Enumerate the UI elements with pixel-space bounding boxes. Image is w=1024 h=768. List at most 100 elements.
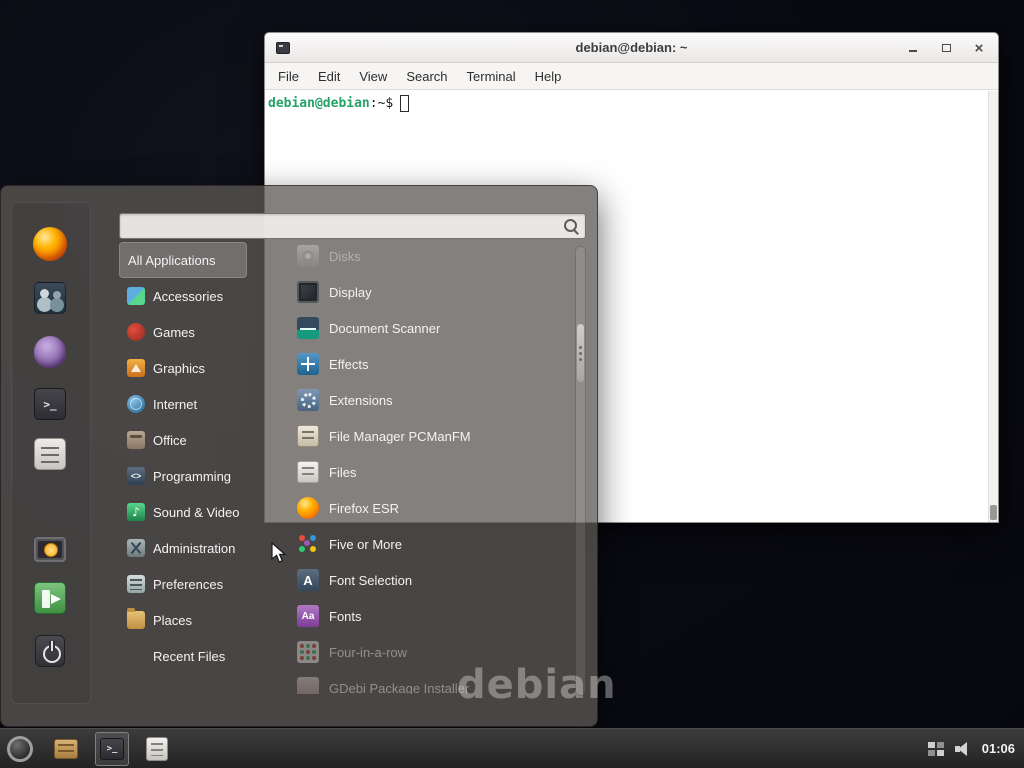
terminal-scrollbar (988, 91, 998, 522)
category-places[interactable]: Places (119, 602, 247, 638)
app-file-manager-pcmanfm[interactable]: File Manager PCManFM (291, 418, 573, 454)
menu-search-box (119, 213, 586, 239)
fonts-icon (297, 605, 319, 627)
menu-terminal[interactable]: Terminal (467, 69, 516, 84)
menu-help[interactable]: Help (535, 69, 562, 84)
app-label: Document Scanner (329, 321, 440, 336)
terminal-scrollbar-thumb[interactable] (990, 505, 997, 520)
taskbar-clock[interactable]: 01:06 (982, 741, 1015, 756)
app-label: Font Selection (329, 573, 412, 588)
menu-button[interactable] (2, 731, 38, 767)
favorite-firefox[interactable] (32, 226, 68, 262)
menu-scrollbar-thumb[interactable] (577, 324, 584, 382)
favorite-users-app[interactable] (32, 280, 68, 316)
menu-edit[interactable]: Edit (318, 69, 340, 84)
app-extensions[interactable]: Extensions (291, 382, 573, 418)
category-sound-video[interactable]: Sound & Video (119, 494, 247, 530)
favorite-purple-app[interactable] (32, 334, 68, 370)
network-icon[interactable] (928, 742, 944, 756)
logout-button[interactable] (32, 580, 68, 616)
category-recent-files[interactable]: Recent Files (119, 638, 247, 674)
terminal-titlebar[interactable]: debian@debian: ~ × (265, 33, 998, 63)
effects-icon (297, 353, 319, 375)
file-manager-launcher[interactable] (49, 732, 83, 766)
firefox-icon (297, 497, 319, 519)
logout-icon (34, 582, 66, 614)
app-label: Display (329, 285, 372, 300)
category-label: Accessories (153, 289, 223, 304)
menu-search[interactable]: Search (406, 69, 447, 84)
maximize-button[interactable] (937, 39, 955, 57)
app-font-selection[interactable]: Font Selection (291, 562, 573, 598)
app-effects[interactable]: Effects (291, 346, 573, 382)
category-office[interactable]: Office (119, 422, 247, 458)
close-button[interactable]: × (970, 39, 988, 57)
desktop: debian@debian: ~ × File Edit View Search… (0, 0, 1024, 768)
category-administration[interactable]: Administration (119, 530, 247, 566)
app-firefox-esr[interactable]: Firefox ESR (291, 490, 573, 526)
files-launcher[interactable] (140, 732, 174, 766)
software-list-icon (34, 438, 66, 470)
category-label: Recent Files (153, 649, 225, 664)
app-label: Four-in-a-row (329, 645, 407, 660)
terminal-window-button[interactable] (95, 732, 129, 766)
terminal-cursor (400, 95, 409, 112)
category-internet[interactable]: Internet (119, 386, 247, 422)
app-gdebi-package-installer[interactable]: GDebi Package Installer (291, 670, 573, 694)
internet-icon (127, 395, 145, 413)
display-icon (297, 281, 319, 303)
menu-logo-icon (7, 736, 33, 762)
shutdown-button[interactable] (32, 633, 68, 669)
category-label: Administration (153, 541, 235, 556)
category-label: Sound & Video (153, 505, 240, 520)
scanner-icon (297, 317, 319, 339)
volume-icon[interactable] (955, 742, 971, 756)
menu-file[interactable]: File (278, 69, 299, 84)
games-icon (127, 323, 145, 341)
app-fonts[interactable]: Fonts (291, 598, 573, 634)
category-list: All Applications Accessories Games Graph… (119, 242, 247, 674)
favorite-terminal[interactable] (32, 386, 68, 422)
minimize-button[interactable] (904, 39, 922, 57)
search-icon (563, 218, 579, 234)
menu-view[interactable]: View (359, 69, 387, 84)
shell-prompt: debian@debian:~$ (268, 95, 986, 112)
terminal-icon (276, 42, 290, 54)
minimize-icon (909, 50, 917, 52)
app-label: Effects (329, 357, 369, 372)
category-preferences[interactable]: Preferences (119, 566, 247, 602)
disks-icon (297, 245, 319, 267)
category-all-applications[interactable]: All Applications (119, 242, 247, 278)
office-icon (127, 431, 145, 449)
firefox-icon (33, 227, 67, 261)
accessories-icon (127, 287, 145, 305)
category-programming[interactable]: Programming (119, 458, 247, 494)
lock-screen-button[interactable] (32, 529, 68, 565)
app-five-or-more[interactable]: Five or More (291, 526, 573, 562)
app-four-in-a-row[interactable]: Four-in-a-row (291, 634, 573, 670)
category-accessories[interactable]: Accessories (119, 278, 247, 314)
category-games[interactable]: Games (119, 314, 247, 350)
font-selection-icon (297, 569, 319, 591)
app-label: Five or More (329, 537, 402, 552)
search-input[interactable] (120, 214, 563, 238)
category-label: Internet (153, 397, 197, 412)
menu-scrollbar (575, 246, 586, 696)
favorite-software[interactable] (32, 436, 68, 472)
sound-video-icon (127, 503, 145, 521)
administration-icon (127, 539, 145, 557)
app-display[interactable]: Display (291, 274, 573, 310)
app-disks[interactable]: Disks (291, 238, 573, 274)
file-drawer-icon (54, 739, 78, 759)
app-files[interactable]: Files (291, 454, 573, 490)
app-label: File Manager PCManFM (329, 429, 471, 444)
app-label: GDebi Package Installer (329, 681, 469, 695)
app-document-scanner[interactable]: Document Scanner (291, 310, 573, 346)
taskbar: 01:06 (0, 728, 1024, 768)
pcmanfm-icon (297, 425, 319, 447)
category-graphics[interactable]: Graphics (119, 350, 247, 386)
app-label: Extensions (329, 393, 393, 408)
status-tray: 01:06 (928, 741, 1024, 756)
programming-icon (127, 467, 145, 485)
lock-screen-icon (34, 537, 66, 562)
